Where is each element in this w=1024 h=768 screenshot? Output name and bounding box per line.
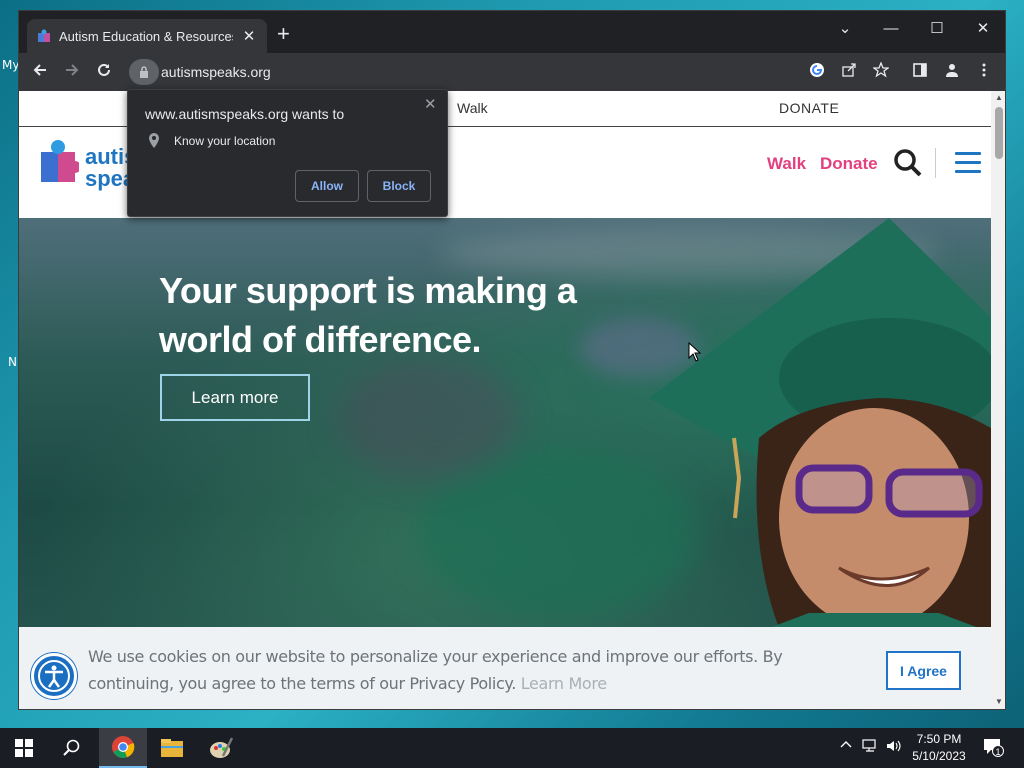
popup-close-icon[interactable]: ✕ (424, 95, 437, 113)
lock-icon[interactable] (129, 59, 159, 85)
chrome-taskbar-icon[interactable] (99, 728, 147, 768)
hamburger-menu-icon[interactable] (955, 152, 981, 174)
util-donate-link[interactable]: DONATE (779, 100, 839, 116)
scroll-down-arrow-icon[interactable]: ▼ (995, 697, 1003, 706)
desktop-icon-label[interactable]: N (8, 355, 17, 369)
mouse-cursor-icon (688, 342, 702, 362)
browser-tab[interactable]: Autism Education & Resources | / ✕ (27, 19, 267, 53)
tab-search-icon[interactable]: ⌄ (830, 17, 860, 41)
graduate-photo (649, 218, 991, 628)
new-tab-button[interactable]: + (277, 23, 290, 45)
location-permission-popup: www.autismspeaks.org wants to ✕ Know you… (127, 89, 448, 217)
clock-date: 5/10/2023 (912, 749, 966, 763)
search-taskbar-icon[interactable] (48, 728, 96, 768)
side-panel-icon[interactable] (909, 62, 931, 82)
permission-text: Know your location (174, 133, 276, 148)
permission-title: www.autismspeaks.org wants to (145, 106, 345, 122)
allow-button[interactable]: Allow (295, 170, 359, 202)
permission-row: Know your location (148, 133, 275, 148)
kebab-menu-icon[interactable] (973, 62, 995, 82)
i-agree-button[interactable]: I Agree (886, 651, 961, 690)
maximize-button[interactable]: ☐ (922, 17, 952, 41)
hero-banner: Your support is making a world of differ… (19, 218, 991, 628)
tab-title: Autism Education & Resources | / (59, 28, 233, 44)
tab-strip: Autism Education & Resources | / ✕ + ⌄ —… (19, 11, 1005, 53)
puzzle-logo-icon (41, 140, 79, 182)
crowd-decoration (339, 358, 519, 478)
file-explorer-icon[interactable] (148, 728, 196, 768)
learn-more-button[interactable]: Learn more (160, 374, 310, 421)
close-window-button[interactable]: ✕ (968, 17, 998, 41)
util-walk-link[interactable]: Walk (457, 100, 488, 116)
paint-app-icon[interactable] (197, 728, 245, 768)
taskbar: 7:50 PM 5/10/2023 1 (0, 728, 1024, 768)
volume-icon[interactable] (886, 739, 902, 756)
desktop-icon-label[interactable]: My (2, 58, 19, 72)
scrollbar-thumb[interactable] (995, 107, 1003, 159)
url-text[interactable]: autismspeaks.org (161, 64, 271, 80)
system-clock[interactable]: 7:50 PM 5/10/2023 (908, 731, 970, 765)
windows-start-icon[interactable] (0, 728, 48, 768)
search-icon[interactable] (893, 148, 923, 178)
learn-more-link[interactable]: Learn More (521, 674, 607, 693)
accessibility-icon[interactable] (31, 653, 77, 699)
show-hidden-icons-chevron-icon[interactable] (840, 739, 852, 754)
nav-divider (935, 148, 936, 178)
profile-icon[interactable] (941, 62, 963, 82)
address-bar[interactable]: autismspeaks.org (129, 58, 769, 86)
block-button[interactable]: Block (367, 170, 431, 202)
reload-icon[interactable] (93, 62, 115, 84)
browser-toolbar: autismspeaks.org (19, 53, 1005, 91)
page-scrollbar[interactable]: ▲ ▼ (991, 91, 1005, 709)
bookmark-star-icon[interactable] (870, 61, 892, 82)
share-icon[interactable] (838, 62, 860, 82)
puzzle-favicon-icon (37, 29, 51, 43)
cookie-message: We use cookies on our website to persona… (88, 643, 868, 697)
google-icon[interactable] (806, 62, 828, 82)
minimize-button[interactable]: — (876, 17, 906, 41)
forward-arrow-icon[interactable] (61, 62, 83, 84)
nav-walk-link[interactable]: Walk (767, 154, 806, 174)
tab-close-icon[interactable]: ✕ (241, 27, 257, 45)
back-arrow-icon[interactable] (29, 62, 51, 84)
browser-window: Autism Education & Resources | / ✕ + ⌄ —… (18, 10, 1006, 710)
scroll-up-arrow-icon[interactable]: ▲ (995, 93, 1003, 102)
cookie-text: We use cookies on our website to persona… (88, 647, 783, 693)
cookie-banner: We use cookies on our website to persona… (19, 627, 991, 709)
notification-count-badge: 1 (992, 745, 1004, 757)
location-pin-icon (149, 133, 159, 148)
clock-time: 7:50 PM (916, 732, 962, 746)
nav-donate-link[interactable]: Donate (820, 154, 878, 174)
network-icon[interactable] (862, 739, 878, 756)
notification-center-icon[interactable]: 1 (982, 736, 1004, 761)
hero-headline: Your support is making a world of differ… (159, 270, 577, 360)
